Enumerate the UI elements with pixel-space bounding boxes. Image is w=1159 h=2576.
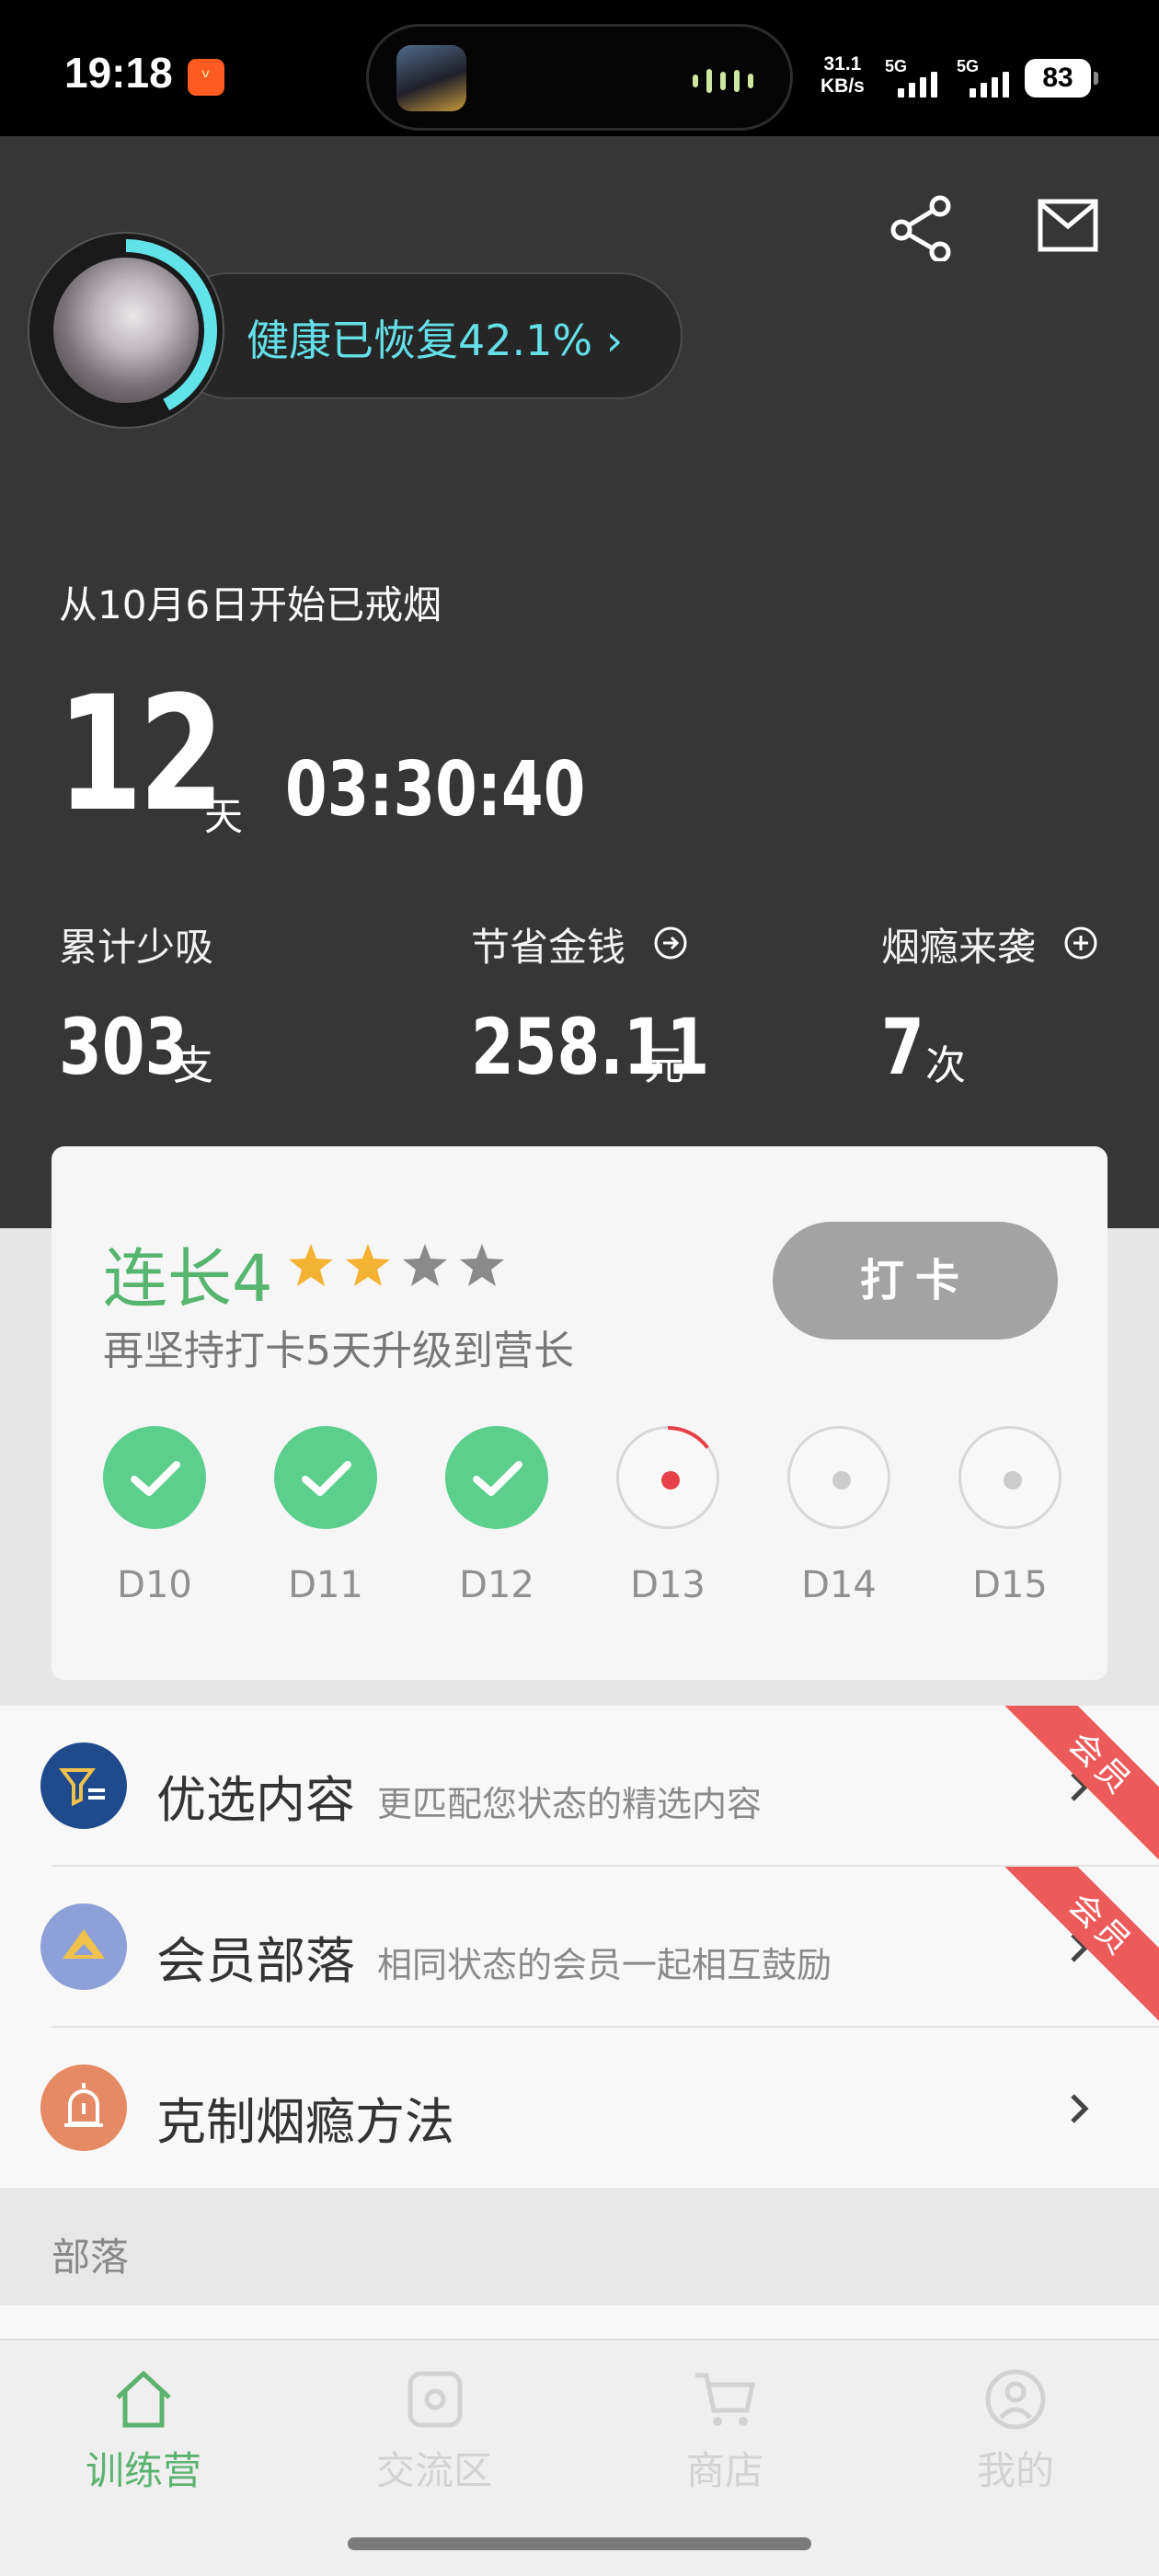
stat-label-cravings[interactable]: 烟瘾来袭 <box>881 916 1036 972</box>
signal-sim2-icon: 5G <box>957 57 1025 98</box>
stat-unit-money: 元 <box>644 1042 684 1089</box>
status-bar: 19:18 ᵛ 31.1 KB/s 5G 5G 83 <box>0 0 1159 136</box>
share-icon[interactable] <box>889 195 955 261</box>
stat-unit-cravings: 次 <box>925 1042 966 1089</box>
list-item-member-tribe[interactable]: 会员部落 相同状态的会员一起相互鼓励 会员 <box>0 1867 1159 2028</box>
star-filled-icon <box>346 1244 390 1286</box>
checkin-day-d15: D15 <box>958 1426 1061 1606</box>
level-title: 连长4 <box>103 1241 273 1317</box>
list-item-desc: 相同状态的会员一起相互鼓励 <box>377 1945 832 1985</box>
pending-dot-icon <box>958 1426 1061 1529</box>
checkin-day-label: D10 <box>117 1564 192 1606</box>
list-item-craving-methods[interactable]: 克制烟瘾方法 <box>0 2028 1159 2189</box>
quit-since-text: 从10月6日开始已戒烟 <box>59 582 442 627</box>
arrow-circle-icon[interactable] <box>653 926 688 960</box>
alarm-icon <box>40 2064 127 2151</box>
elapsed-clock: 03:30:40 <box>285 746 586 834</box>
status-time: 19:18 <box>64 49 173 97</box>
today-progress-icon <box>616 1426 719 1529</box>
checkin-day-d14: D14 <box>787 1426 890 1606</box>
checkin-day-d12: D12 <box>445 1426 548 1606</box>
checkin-day-label: D12 <box>459 1564 534 1606</box>
level-card: 连长4 再坚持打卡5天升级到营长 打卡 D10 D11 D12 D13 D14 D15 <box>52 1146 1107 1680</box>
star-empty-icon <box>460 1244 504 1286</box>
list-item-title: 克制烟瘾方法 <box>156 2093 454 2151</box>
list-item-title: 优选内容 <box>156 1771 355 1829</box>
tab-community[interactable]: 交流区 <box>333 2363 535 2496</box>
checkin-day-label: D14 <box>801 1564 877 1606</box>
star-empty-icon <box>403 1244 447 1286</box>
home-indicator[interactable] <box>348 2537 811 2550</box>
stat-value-cravings: 7 <box>881 1002 924 1092</box>
checkin-day-d11: D11 <box>274 1426 377 1606</box>
stat-label-money[interactable]: 节省金钱 <box>471 916 625 972</box>
feature-list: 优选内容 更匹配您状态的精选内容 会员 会员部落 相同状态的会员一起相互鼓励 会… <box>0 1706 1159 2188</box>
section-header: 部落 <box>0 2188 1159 2306</box>
quit-summary-header: 健康已恢复42.1% › 从10月6日开始已戒烟 12 天 03:30:40 累… <box>0 136 1159 1228</box>
signal-sim1-icon: 5G <box>885 57 953 98</box>
media-thumbnail <box>396 45 466 111</box>
health-recovery-text[interactable]: 健康已恢复42.1% › <box>247 307 623 368</box>
checkin-button[interactable]: 打卡 <box>773 1222 1058 1340</box>
stat-label-cigarettes: 累计少吸 <box>59 925 214 970</box>
dynamic-island[interactable] <box>366 24 793 131</box>
level-stars <box>287 1242 506 1288</box>
check-icon <box>103 1426 206 1529</box>
filter-icon <box>40 1742 127 1829</box>
tribe-icon <box>40 1903 127 1990</box>
checkin-day-d10: D10 <box>103 1426 206 1606</box>
chat-icon <box>407 2371 463 2428</box>
profile-icon <box>985 2369 1046 2430</box>
chevron-right-icon <box>1071 2094 1089 2123</box>
cart-icon <box>695 2373 756 2426</box>
audio-wave-icon <box>693 69 753 93</box>
star-filled-icon <box>289 1244 333 1286</box>
days-count: 12 <box>57 661 224 846</box>
plus-circle-icon[interactable] <box>1063 926 1098 960</box>
home-icon <box>116 2370 171 2428</box>
avatar[interactable] <box>53 258 199 403</box>
days-unit: 天 <box>204 794 244 839</box>
app-notification-icon: ᵛ <box>188 59 224 96</box>
list-item-featured-content[interactable]: 优选内容 更匹配您状态的精选内容 会员 <box>0 1706 1159 1867</box>
stat-unit-cigarettes: 支 <box>173 1042 213 1089</box>
mail-icon[interactable] <box>1038 199 1098 252</box>
battery-icon: 83 <box>1025 59 1098 98</box>
section-title: 部落 <box>52 2235 130 2280</box>
tribe-list-peek <box>0 2306 1159 2339</box>
checkin-day-label: D11 <box>288 1564 363 1606</box>
pending-dot-icon <box>787 1426 890 1529</box>
tab-training-camp[interactable]: 训练营 <box>42 2363 245 2496</box>
level-subtitle: 再坚持打卡5天升级到营长 <box>103 1328 574 1374</box>
list-item-desc: 更匹配您状态的精选内容 <box>377 1784 763 1824</box>
check-icon <box>445 1426 548 1529</box>
tab-shop[interactable]: 商店 <box>624 2363 826 2496</box>
list-item-title: 会员部落 <box>156 1932 355 1990</box>
checkin-day-d13: D13 <box>616 1426 719 1606</box>
checkin-day-label: D13 <box>630 1564 706 1606</box>
chevron-right-icon: › <box>592 316 624 365</box>
tab-profile[interactable]: 我的 <box>914 2363 1117 2496</box>
check-icon <box>274 1426 377 1529</box>
network-speed: 31.1 KB/s <box>820 53 865 97</box>
stat-value-cigarettes: 303 <box>59 1002 189 1092</box>
checkin-day-label: D15 <box>972 1564 1048 1606</box>
